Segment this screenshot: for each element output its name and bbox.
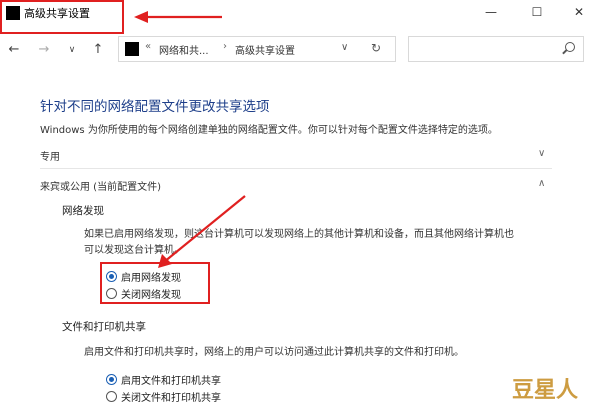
radio-arrow xyxy=(163,195,246,263)
annotation-arrows xyxy=(134,11,246,268)
title-arrowhead xyxy=(134,11,148,23)
